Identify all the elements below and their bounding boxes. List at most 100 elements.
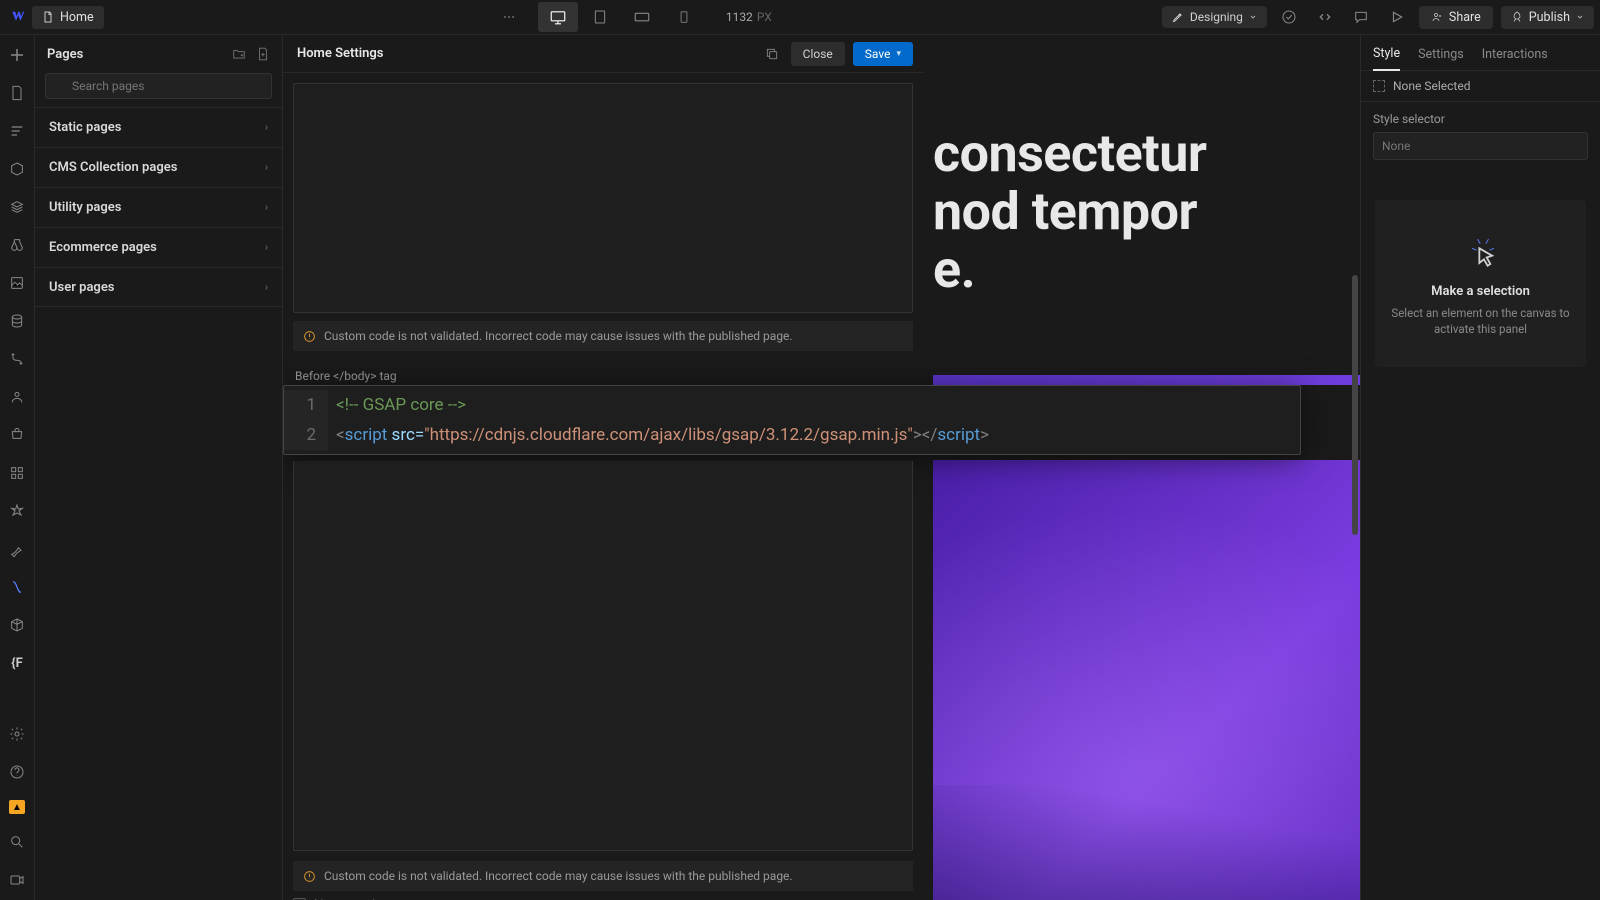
pages-panel-title: Pages [47,47,83,62]
scrollbar-thumb[interactable] [1352,275,1358,535]
page-icon [42,11,54,23]
warning-text: Custom code is not validated. Incorrect … [324,869,793,883]
preview-icon[interactable] [1383,3,1411,31]
logic-icon[interactable] [7,349,27,369]
line-number: 2 [284,420,328,450]
cursor-illustration-icon [1461,230,1501,270]
tab-settings[interactable]: Settings [1418,47,1464,70]
current-page-name: Home [60,10,94,25]
style-empty-state: Make a selection Select an element on th… [1375,200,1586,367]
gsap-icon[interactable] [7,501,27,521]
apps-icon[interactable] [7,463,27,483]
page-category-label: User pages [49,280,115,295]
empty-state-title: Make a selection [1389,284,1572,299]
finsweet-icon[interactable]: {F [7,653,27,673]
publish-button[interactable]: Publish [1501,6,1594,29]
users-icon[interactable] [7,387,27,407]
page-category-static[interactable]: Static pages › [35,107,282,147]
webflow-logo-icon[interactable] [6,7,26,27]
new-page-icon[interactable] [256,47,270,61]
tab-interactions[interactable]: Interactions [1482,47,1548,70]
audit-warning-badge[interactable]: ▲ [9,800,25,814]
pages-icon[interactable] [7,83,27,103]
assets-icon[interactable] [7,273,27,293]
warning-icon [303,330,316,343]
code-warning-body: Custom code is not validated. Incorrect … [293,861,913,891]
video-tutorial-icon[interactable] [7,870,27,890]
copy-settings-icon[interactable] [761,47,783,61]
tab-style[interactable]: Style [1373,46,1400,71]
rocket-icon [1511,11,1523,23]
ecommerce-icon[interactable] [7,425,27,445]
share-button[interactable]: Share [1419,6,1493,29]
navigator-icon[interactable] [7,121,27,141]
pages-panel: Pages Static pages › CMS Collection pages… [35,35,283,900]
new-folder-icon[interactable] [232,47,246,61]
chevron-right-icon: › [265,122,268,133]
device-desktop-button[interactable] [538,2,578,32]
device-landscape-button[interactable] [622,2,662,32]
code-line: 1 <!-- GSAP core --> [284,390,1300,420]
settings-gear-icon[interactable] [7,724,27,744]
center-area: consectetur nod tempor e. Home Settings … [283,35,1360,900]
head-code-editor[interactable] [293,83,913,313]
device-tablet-button[interactable] [580,2,620,32]
search-rail-icon[interactable] [7,832,27,852]
viewport-unit: PX [757,10,772,24]
chevron-right-icon: › [265,282,268,293]
selection-indicator-row: None Selected [1361,71,1600,102]
person-plus-icon [1431,11,1443,23]
viewport-width: 1132 [726,10,753,24]
comment-icon[interactable] [1347,3,1375,31]
pen-icon[interactable] [7,539,27,559]
pencil-icon [1172,11,1184,23]
code-icon[interactable] [1311,3,1339,31]
page-category-cms[interactable]: CMS Collection pages› [35,147,282,187]
interactions-rail-icon[interactable] [7,577,27,597]
components-icon[interactable] [7,159,27,179]
page-category-user[interactable]: User pages › [35,267,282,307]
chevron-down-icon: ▾ [896,49,901,59]
save-button[interactable]: Save▾ [853,42,913,66]
more-icon[interactable] [494,10,524,24]
add-icon[interactable] [7,45,27,65]
page-category-label: Ecommerce pages [49,240,157,255]
pages-search-input[interactable] [45,73,272,99]
chevron-right-icon: › [265,242,268,253]
close-button[interactable]: Close [791,42,845,66]
check-icon[interactable] [1275,3,1303,31]
help-icon[interactable] [7,762,27,782]
cms-icon[interactable] [7,311,27,331]
code-warning-head: Custom code is not validated. Incorrect … [293,321,913,351]
canvas-purple-strip [933,375,1360,385]
publish-label: Publish [1529,10,1570,25]
page-category-label: CMS Collection pages [49,160,177,175]
page-selector[interactable]: Home [32,6,104,29]
device-mobile-button[interactable] [664,2,704,32]
top-bar: Home 1132 PX Designing [0,0,1600,35]
main-area: {F ▲ Pages Static pages › CMS Collection … [0,35,1600,900]
cube-icon[interactable] [7,615,27,635]
body-code-editor-lower[interactable] [283,461,923,851]
pages-panel-header: Pages [35,35,282,73]
body-code-editor[interactable]: 1 <!-- GSAP core --> 2 <script src="http… [283,385,1301,455]
selection-text: None Selected [1393,79,1470,93]
before-body-label: Before </body> tag [293,365,913,385]
page-category-ecommerce[interactable]: Ecommerce pages › [35,227,282,267]
page-category-utility[interactable]: Utility pages› [35,187,282,227]
chevron-right-icon: › [265,202,268,213]
page-category-label: Static pages [49,120,121,135]
pages-search-wrap [35,73,282,107]
warning-icon [303,870,316,883]
mode-toggle[interactable]: Designing [1162,6,1267,28]
styles-icon[interactable] [7,235,27,255]
viewport-size[interactable]: 1132 PX [726,10,772,24]
right-panel: Style Settings Interactions None Selecte… [1360,35,1600,900]
warning-text: Custom code is not validated. Incorrect … [324,329,793,343]
style-selector-input[interactable]: None [1373,132,1588,160]
variables-icon[interactable] [7,197,27,217]
style-selector-label: Style selector [1361,102,1600,132]
settings-title: Home Settings [297,46,383,61]
settings-scrollbar[interactable] [1350,75,1360,900]
left-icon-rail: {F ▲ [0,35,35,900]
